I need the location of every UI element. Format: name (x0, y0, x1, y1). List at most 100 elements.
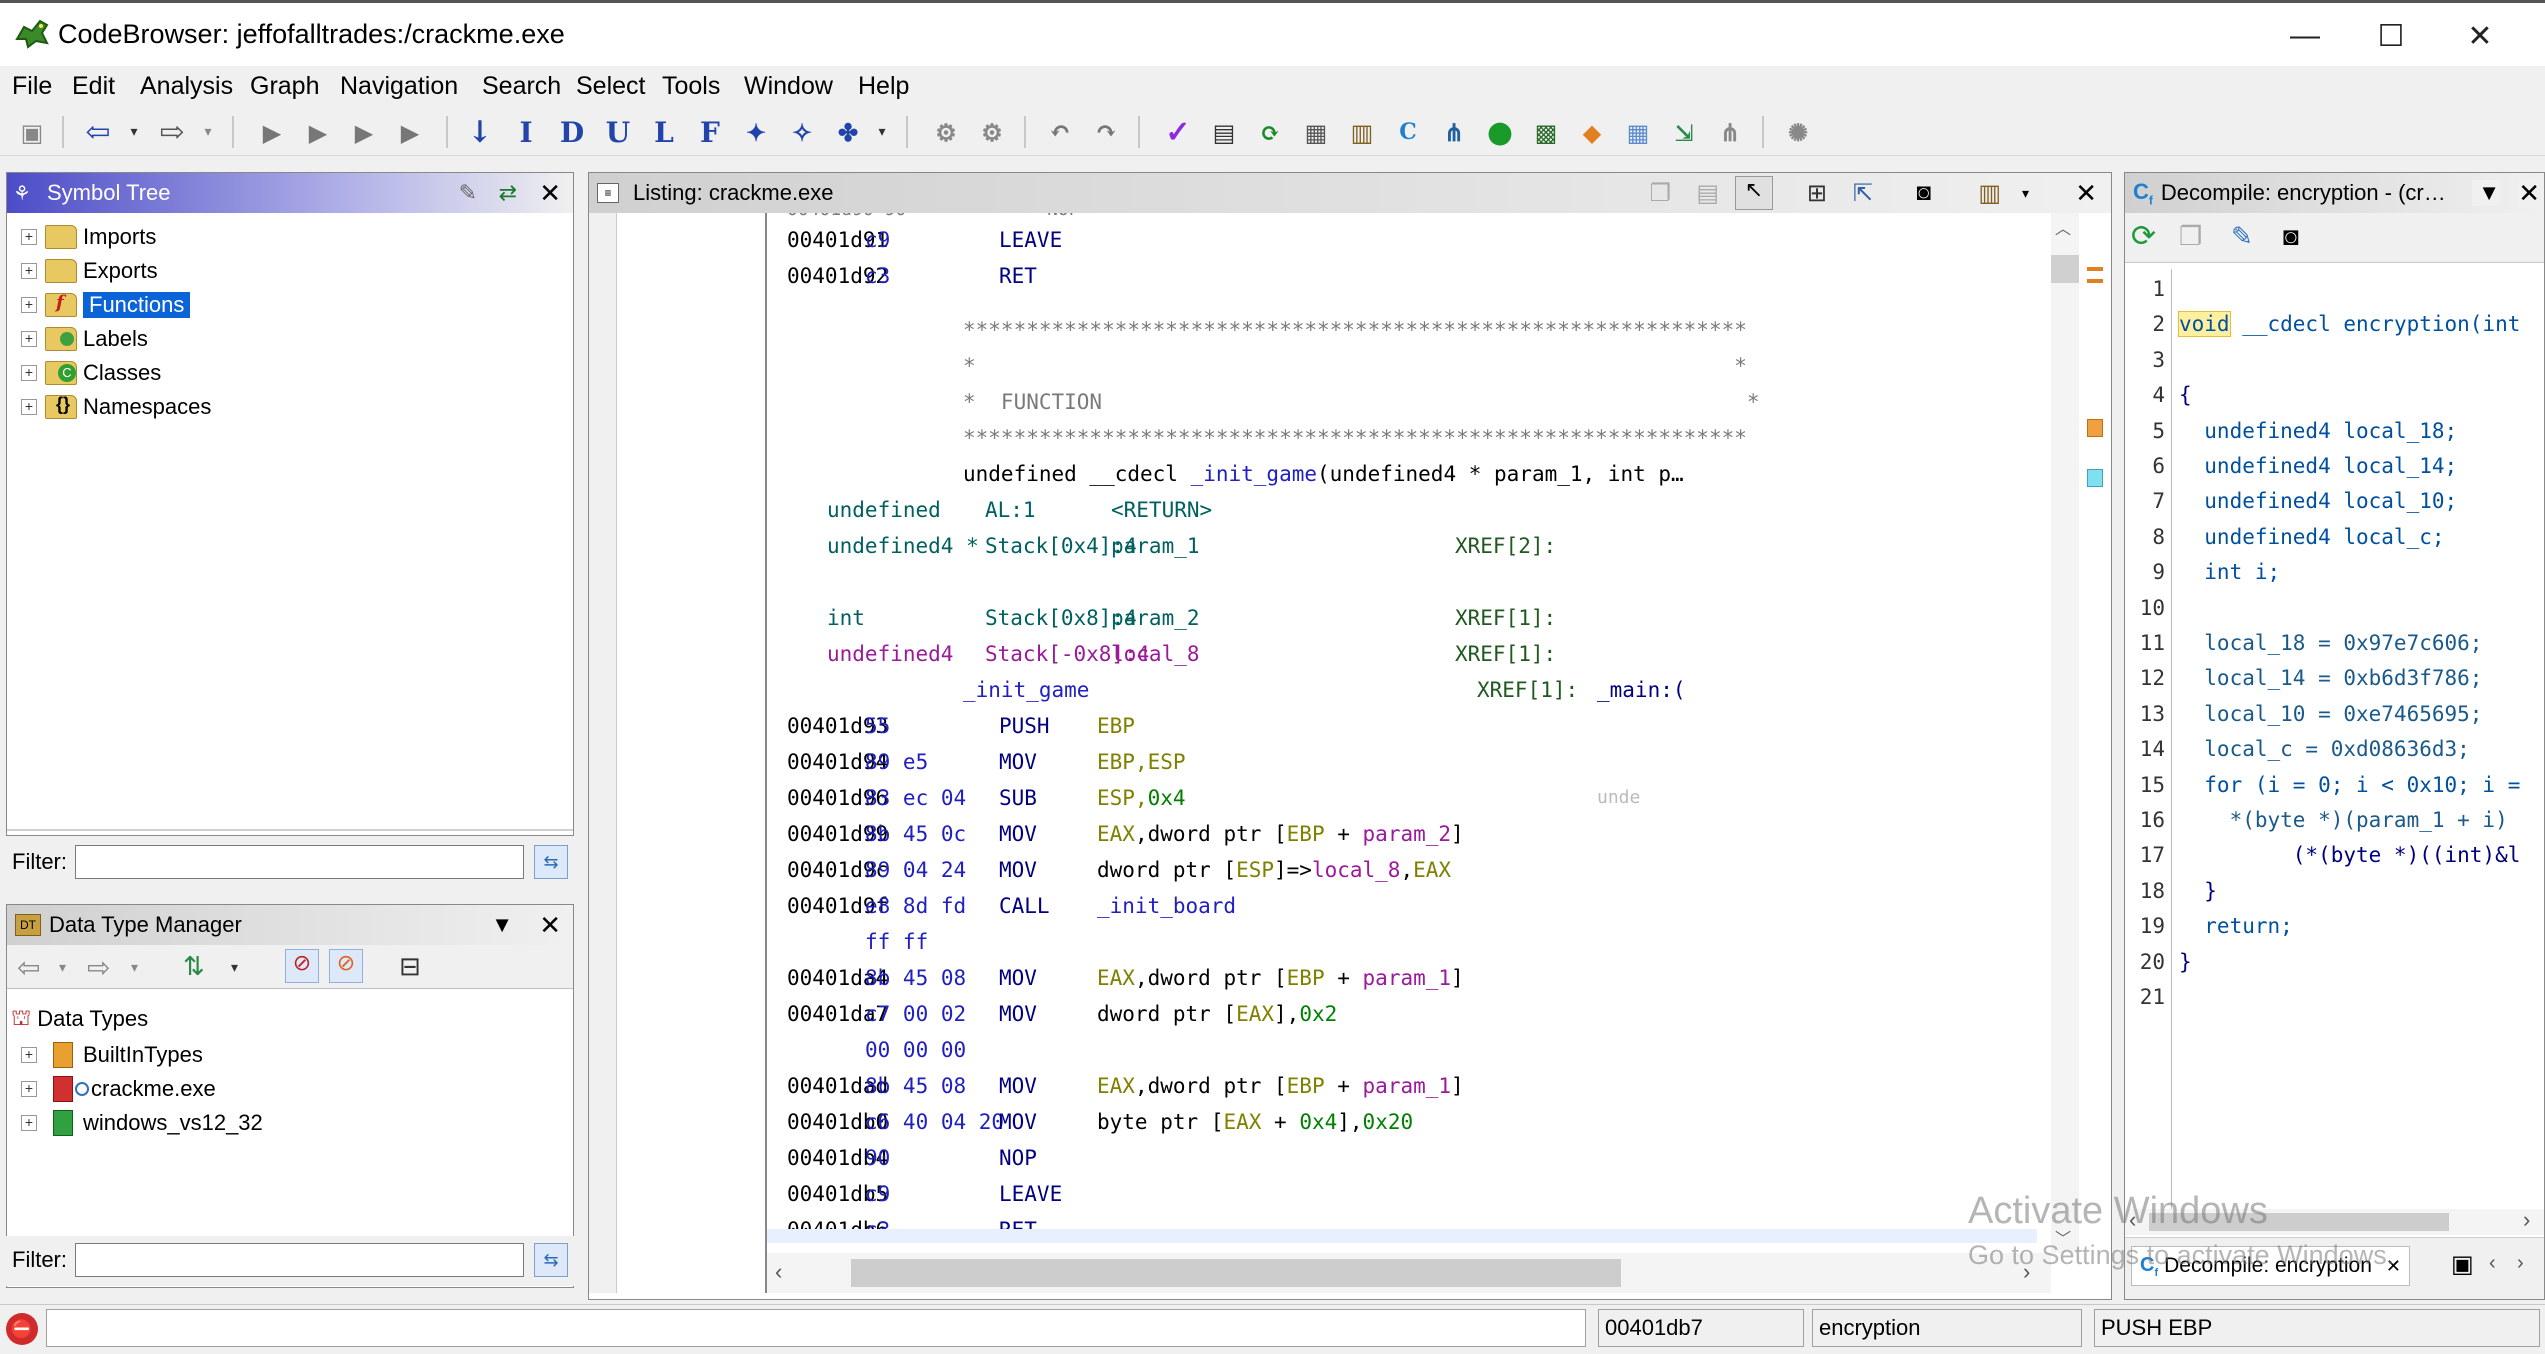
table-icon[interactable]: ▦ (1622, 116, 1654, 148)
listing-options-dropdown-icon[interactable]: ▾ (2022, 185, 2029, 202)
decompile-line[interactable]: 20} (2125, 944, 2544, 980)
close-panel-icon[interactable]: ✕ (2075, 178, 2097, 209)
snapshot-camera-icon[interactable]: ◙ (2283, 221, 2299, 252)
menu-navigation[interactable]: Navigation (340, 72, 458, 101)
function-variable-row[interactable]: undefined4 * Stack[0x4]:4 param_1 XREF[2]: (767, 531, 2037, 561)
instruction-row[interactable]: 00401da7 c7 00 02 MOV dword ptr [EAX],0x2 (767, 999, 2037, 1029)
decompile-line[interactable]: 10 (2125, 590, 2544, 626)
decompile-line[interactable]: 15 for (i = 0; i < 0x10; i = (2125, 767, 2544, 803)
tree-item-crackme-exe[interactable]: + crackme.exe (21, 1073, 216, 1105)
instruction-mnemonic[interactable]: SUB (999, 783, 1037, 813)
next-data-icon[interactable]: ▶ (256, 116, 288, 148)
symbol-tree-filter-input[interactable] (75, 845, 524, 879)
variable-name[interactable]: <RETURN> (1111, 495, 1212, 525)
menu-analysis[interactable]: Analysis (140, 72, 233, 101)
instruction-mnemonic[interactable]: MOV (999, 819, 1037, 849)
arrange-dropdown-icon[interactable]: ▾ (231, 959, 238, 976)
function-signature[interactable]: undefined __cdecl _init_game(undefined4 … (963, 459, 1684, 489)
menu-select[interactable]: Select (576, 72, 645, 101)
decompile-line[interactable]: 8 undefined4 local_c; (2125, 519, 2544, 555)
decompile-line[interactable]: 17 (*(byte *)((int)&l (2125, 837, 2544, 873)
expand-icon[interactable]: + (21, 263, 37, 279)
tree-item-labels[interactable]: + Labels (21, 323, 148, 355)
instruction-operands[interactable]: _init_board (1097, 891, 1236, 921)
checkmark-icon[interactable]: ✓ (1162, 115, 1194, 150)
instruction-operands[interactable]: EAX,dword ptr [EBP + param_1] (1097, 1071, 1464, 1101)
tree-item-builtintypes[interactable]: + BuiltInTypes (21, 1039, 203, 1071)
expand-icon[interactable]: + (21, 1047, 37, 1063)
menu-search[interactable]: Search (482, 72, 561, 101)
instruction-mnemonic[interactable]: LEAVE (999, 1179, 1062, 1209)
navigation-toggle-icon[interactable]: ⇄ (499, 180, 517, 206)
expand-icon[interactable]: + (21, 297, 37, 313)
decompile-line[interactable]: 19 return; (2125, 908, 2544, 944)
toolbar-letter-d[interactable]: D (556, 116, 588, 149)
bookmark-v-icon[interactable]: ✧ (786, 116, 818, 148)
forward-arrow-icon[interactable]: ⇨ (87, 951, 110, 984)
instruction-mnemonic[interactable]: PUSH (999, 711, 1050, 741)
back-arrow-icon[interactable]: ⇦ (82, 115, 114, 150)
tree-item-namespaces[interactable]: + {} Namespaces (21, 391, 211, 423)
decompile-line[interactable]: 18 } (2125, 873, 2544, 909)
menu-help[interactable]: Help (858, 72, 909, 101)
clear-select-icon[interactable]: ⚙ (976, 116, 1008, 148)
instruction-row[interactable]: ff ff (767, 927, 2037, 957)
instruction-row[interactable]: 00401db5 c9 LEAVE (767, 1179, 2037, 1209)
snapshot-camera-icon[interactable]: ◙ (1917, 179, 1932, 207)
close-panel-icon[interactable]: ✕ (539, 910, 561, 941)
copy-icon[interactable]: ❐ (1649, 179, 1671, 208)
decompile-line[interactable]: 4{ (2125, 377, 2544, 413)
menu-graph[interactable]: Graph (250, 72, 319, 101)
expand-icon[interactable]: + (21, 399, 37, 415)
menu-edit[interactable]: Edit (72, 72, 115, 101)
toolbar-letter-l[interactable]: L (648, 116, 680, 149)
instruction-operands[interactable]: byte ptr [EAX + 0x4],0x20 (1097, 1107, 1413, 1137)
instruction-row[interactable]: 00401d9f e8 8d fd CALL _init_board (767, 891, 2037, 921)
debug-icon[interactable]: ✺ (1782, 116, 1814, 148)
overview-bar[interactable] (2081, 213, 2111, 1253)
variable-name[interactable]: local_8 (1111, 639, 1200, 669)
data-type-filter-input[interactable] (75, 1243, 524, 1277)
decompile-line[interactable]: 3 (2125, 342, 2544, 378)
panel-menu-dropdown-icon[interactable]: ▼ (2472, 180, 2500, 206)
variable-xref[interactable]: XREF[1]: (1455, 639, 1556, 669)
call-tree-icon[interactable]: ⋔ (1438, 116, 1470, 148)
tab-scroll-right-icon[interactable]: › (2517, 1252, 2524, 1275)
toolbar-letter-i[interactable]: I (510, 116, 542, 149)
instruction-row[interactable]: 00401d92 c3 RET (767, 261, 2037, 291)
overview-marker[interactable] (2087, 469, 2103, 487)
next-instruction-icon[interactable]: ▶ (302, 116, 334, 148)
diamond-icon[interactable]: ◆ (1576, 116, 1608, 148)
instruction-row[interactable]: 00401d93 55 PUSH EBP (767, 711, 2037, 741)
tab-scroll-left-icon[interactable]: ‹ (2489, 1252, 2496, 1275)
decompile-line[interactable]: 12 local_14 = 0xb6d3f786; (2125, 660, 2544, 696)
next-label-icon[interactable]: ▶ (394, 116, 426, 148)
instruction-row[interactable]: 00401db0 c6 40 04 20 MOV byte ptr [EAX + 0x… (767, 1107, 2037, 1137)
back-dropdown-icon[interactable]: ▾ (118, 116, 150, 148)
scrollbar-thumb[interactable] (851, 1259, 1621, 1287)
filter-options-icon[interactable]: ⇆ (534, 845, 568, 879)
instruction-mnemonic[interactable]: MOV (999, 963, 1037, 993)
function-variable-row[interactable]: int Stack[0x8]:4 param_2 XREF[1]: (767, 603, 2037, 633)
paste-icon[interactable]: ▤ (1696, 179, 1719, 208)
variable-xref[interactable]: XREF[2]: (1455, 531, 1556, 561)
save-icon[interactable]: ▣ (16, 116, 48, 148)
panel-menu-dropdown-icon[interactable]: ▼ (491, 912, 513, 938)
variable-name[interactable]: param_1 (1111, 531, 1200, 561)
decompile-line[interactable]: 5 undefined4 local_18; (2125, 413, 2544, 449)
create-namespace-icon[interactable]: ✎ (459, 180, 477, 206)
expand-icon[interactable]: + (21, 1115, 37, 1131)
redo-icon[interactable]: ↷ (1090, 116, 1122, 148)
expand-icon[interactable]: + (21, 1081, 37, 1097)
next-undefined-icon[interactable]: ▶ (348, 116, 380, 148)
cursor-select-icon[interactable]: ↖ (1735, 176, 1773, 210)
instruction-row[interactable]: 00401dad 8b 45 08 MOV EAX,dword ptr [EBP + … (767, 1071, 2037, 1101)
instruction-row[interactable]: 00 00 00 (767, 1035, 2037, 1065)
collapse-all-icon[interactable]: ⊟ (399, 951, 421, 982)
decompile-line[interactable]: 1 (2125, 271, 2544, 307)
instruction-row[interactable]: 00401d9c 89 04 24 MOV dword ptr [ESP]=>loca… (767, 855, 2037, 885)
listing-vertical-scrollbar[interactable]: ︿ ﹀ (2051, 213, 2079, 1253)
menu-file[interactable]: File (12, 72, 52, 101)
menu-window[interactable]: Window (744, 72, 833, 101)
expand-icon[interactable]: + (21, 365, 37, 381)
